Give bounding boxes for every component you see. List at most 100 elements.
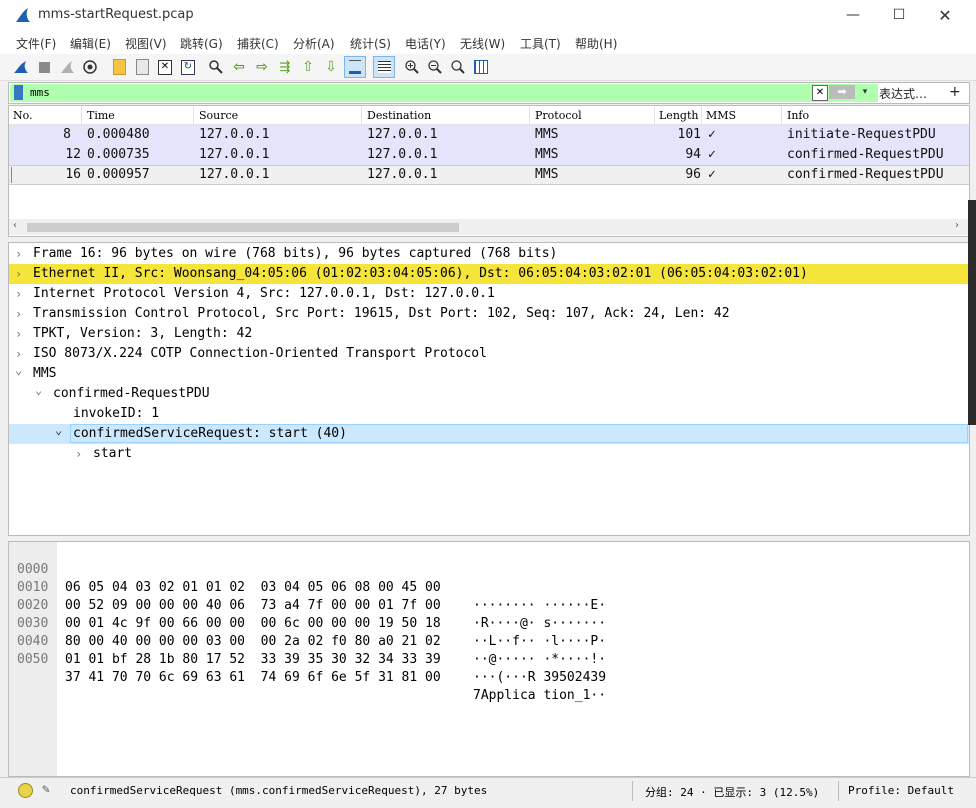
tree-item-tpkt[interactable]: › TPKT, Version: 3, Length: 42	[9, 324, 969, 344]
clear-filter-icon[interactable]: ✕	[812, 85, 828, 101]
byte-hex[interactable]: 01 01 bf 28 1b 80 17 52 33 39 35 30 32 3…	[65, 651, 441, 669]
menu-analyze[interactable]: 分析(A)	[293, 35, 335, 52]
packet-list-hscrollbar[interactable]: ‹ ›	[9, 219, 969, 235]
column-protocol[interactable]: Protocol	[535, 109, 582, 125]
expand-arrow-icon[interactable]: ›	[15, 244, 22, 264]
start-capture-icon[interactable]	[12, 58, 30, 76]
find-packet-icon[interactable]	[207, 58, 225, 76]
minimize-button[interactable]: —	[830, 0, 876, 30]
tree-item-cotp[interactable]: › ISO 8073/X.224 COTP Connection-Oriente…	[9, 344, 969, 364]
capture-options-icon[interactable]	[81, 58, 99, 76]
reload-file-icon[interactable]: ↻	[179, 58, 197, 76]
byte-ascii[interactable]: 7Applica tion_1··	[473, 687, 606, 705]
go-to-packet-icon[interactable]: ⇶	[276, 58, 294, 76]
first-packet-icon[interactable]: ⇧	[299, 58, 317, 76]
save-file-icon[interactable]	[133, 58, 151, 76]
byte-hex[interactable]: 37 41 70 70 6c 69 63 61 74 69 6f 6e 5f 3…	[65, 669, 441, 687]
column-mms[interactable]: MMS	[706, 109, 736, 125]
tree-item-confirmed-request[interactable]: ⌄ confirmed-RequestPDU	[9, 383, 969, 404]
restart-capture-icon[interactable]	[58, 58, 76, 76]
packet-row[interactable]: 12 0.000735 127.0.0.1 127.0.0.1 MMS 94 ✓…	[9, 145, 969, 165]
byte-row[interactable]: 0020 00 01 4c 9f 00 66 00 00 00 6c 00 00…	[9, 579, 629, 649]
expression-button[interactable]: 表达式…	[879, 85, 927, 102]
collapse-arrow-icon[interactable]: ⌄	[35, 380, 42, 400]
packet-bytes-pane: 0000 06 05 04 03 02 01 01 02 03 04 05 06…	[8, 541, 970, 777]
column-info[interactable]: Info	[787, 109, 809, 125]
byte-row[interactable]: 0050 37 41 70 70 6c 69 63 61 74 69 6f 6e…	[9, 633, 629, 703]
tree-item-ethernet[interactable]: › Ethernet II, Src: Woonsang_04:05:06 (0…	[9, 264, 969, 284]
menu-file[interactable]: 文件(F)	[16, 35, 56, 52]
tree-item-ipv4[interactable]: › Internet Protocol Version 4, Src: 127.…	[9, 284, 969, 304]
collapse-arrow-icon[interactable]: ⌄	[15, 360, 22, 380]
column-no[interactable]: No.	[13, 109, 33, 125]
filter-history-dropdown-icon[interactable]: ▾	[859, 85, 871, 99]
tree-item-invoke-id[interactable]: invokeID: 1	[9, 404, 969, 424]
expand-arrow-icon[interactable]: ›	[15, 264, 22, 284]
collapse-arrow-icon[interactable]: ⌄	[55, 420, 62, 440]
column-time[interactable]: Time	[87, 109, 115, 125]
tree-item-mms[interactable]: ⌄ MMS	[9, 363, 969, 384]
last-packet-icon[interactable]: ⇩	[322, 58, 340, 76]
expand-arrow-icon[interactable]: ›	[15, 304, 22, 324]
expand-arrow-icon[interactable]: ›	[75, 444, 82, 464]
open-file-icon[interactable]	[110, 58, 128, 76]
column-length[interactable]: Length	[659, 109, 698, 125]
menu-view[interactable]: 视图(V)	[125, 35, 167, 52]
expand-arrow-icon[interactable]: ›	[15, 324, 22, 344]
resize-columns-icon[interactable]	[472, 58, 490, 76]
menu-wireless[interactable]: 无线(W)	[460, 35, 505, 52]
tree-item-frame[interactable]: › Frame 16: 96 bytes on wire (768 bits),…	[9, 244, 969, 264]
menu-go[interactable]: 跳转(G)	[180, 35, 223, 52]
close-button[interactable]: ✕	[922, 0, 968, 30]
scroll-left-icon[interactable]: ‹	[13, 220, 17, 231]
close-file-icon[interactable]: ✕	[156, 58, 174, 76]
display-filter-input[interactable]	[10, 84, 878, 102]
go-back-icon[interactable]: ⇦	[230, 58, 248, 76]
tree-item-confirmed-service-request[interactable]: ⌄ confirmedServiceRequest: start (40)	[9, 423, 969, 444]
byte-row[interactable]: 0000 06 05 04 03 02 01 01 02 03 04 05 06…	[9, 543, 629, 613]
go-forward-icon[interactable]: ⇨	[253, 58, 271, 76]
byte-ascii[interactable]: ···(···R 39502439	[473, 669, 606, 687]
tree-item-label: start	[93, 446, 133, 461]
colorize-icon[interactable]	[373, 56, 395, 78]
menu-capture[interactable]: 捕获(C)	[237, 35, 279, 52]
autoscroll-icon[interactable]	[344, 56, 366, 78]
filter-bookmark-icon[interactable]	[14, 85, 23, 100]
column-destination[interactable]: Destination	[367, 109, 431, 125]
menu-telephony[interactable]: 电话(Y)	[405, 35, 446, 52]
scrollbar-thumb[interactable]	[27, 223, 459, 232]
byte-row[interactable]: 0010 00 52 09 00 00 00 40 06 73 a4 7f 00…	[9, 561, 629, 631]
packet-mms-check: ✓	[708, 167, 716, 182]
selected-row-marker	[11, 167, 12, 183]
byte-row[interactable]: 0040 01 01 bf 28 1b 80 17 52 33 39 35 30…	[9, 615, 629, 685]
stop-capture-icon[interactable]	[35, 58, 53, 76]
column-source[interactable]: Source	[199, 109, 238, 125]
expand-arrow-icon[interactable]: ›	[15, 284, 22, 304]
background-window-edge	[968, 200, 976, 425]
byte-ascii[interactable]: ··@····· ·*····!·	[473, 651, 606, 669]
packet-protocol: MMS	[535, 127, 559, 142]
add-filter-button[interactable]: +	[949, 84, 961, 100]
menu-bar: 文件(F) 编辑(E) 视图(V) 跳转(G) 捕获(C) 分析(A) 统计(S…	[0, 30, 976, 54]
menu-edit[interactable]: 编辑(E)	[70, 35, 111, 52]
zoom-out-icon[interactable]	[426, 58, 444, 76]
menu-tools[interactable]: 工具(T)	[520, 35, 561, 52]
menu-help[interactable]: 帮助(H)	[575, 35, 617, 52]
menu-statistics[interactable]: 统计(S)	[350, 35, 391, 52]
status-profile[interactable]: Profile: Default	[848, 784, 954, 797]
zoom-in-icon[interactable]	[403, 58, 421, 76]
scroll-right-icon[interactable]: ›	[955, 220, 959, 231]
tree-item-start[interactable]: › start	[9, 444, 969, 464]
tree-item-tcp[interactable]: › Transmission Control Protocol, Src Por…	[9, 304, 969, 324]
tree-item-label: confirmed-RequestPDU	[53, 386, 210, 401]
packet-row-selected[interactable]: 16 0.000957 127.0.0.1 127.0.0.1 MMS 96 ✓…	[9, 165, 969, 185]
expert-info-icon[interactable]	[18, 783, 33, 798]
byte-row[interactable]: 0030 80 00 40 00 00 00 03 00 00 2a 02 f0…	[9, 597, 629, 667]
packet-info: initiate-RequestPDU	[787, 127, 936, 142]
tree-item-label: Internet Protocol Version 4, Src: 127.0.…	[33, 286, 495, 301]
apply-filter-icon[interactable]: ➡	[829, 85, 855, 99]
edit-comment-icon[interactable]: ✎	[42, 782, 50, 797]
normal-size-icon[interactable]	[449, 58, 467, 76]
packet-row[interactable]: 8 0.000480 127.0.0.1 127.0.0.1 MMS 101 ✓…	[9, 125, 969, 145]
maximize-button[interactable]: ☐	[876, 0, 922, 30]
